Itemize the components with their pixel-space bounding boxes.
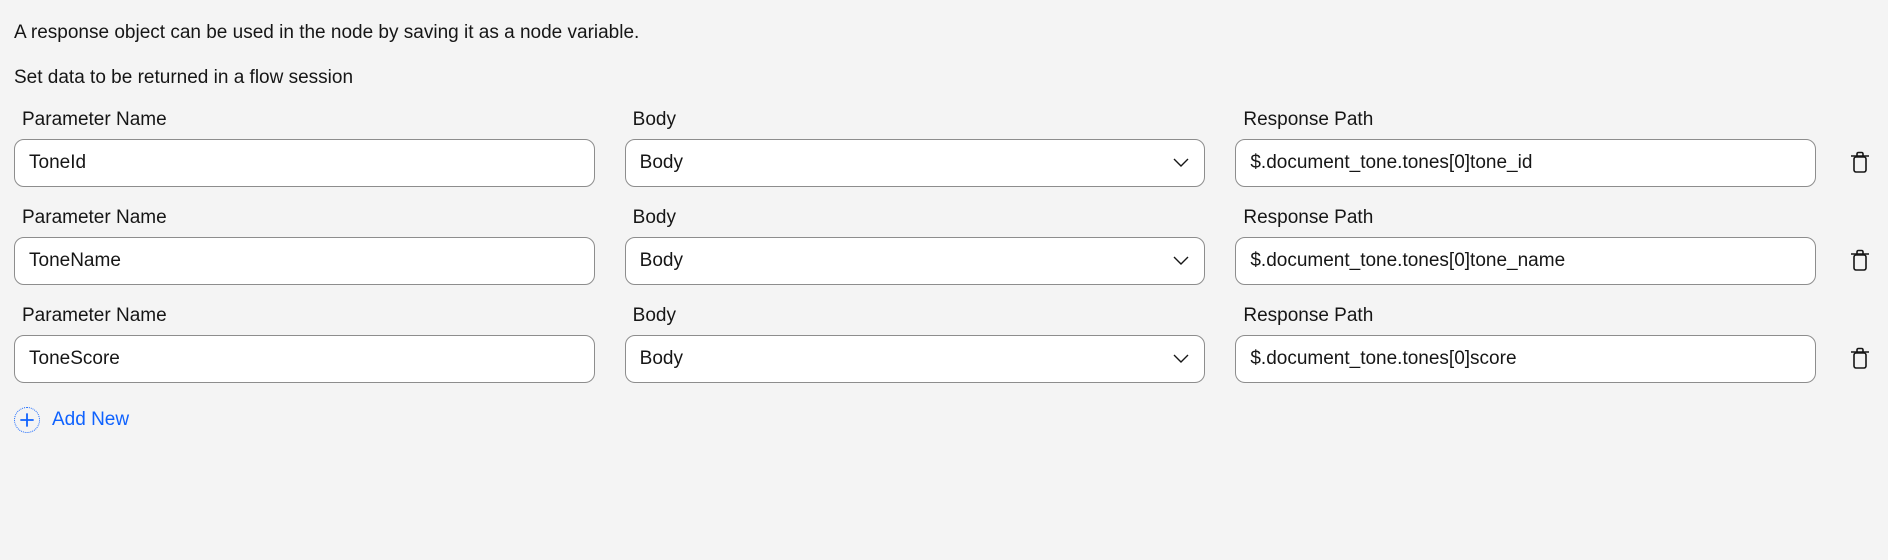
add-new-label: Add New (52, 409, 129, 431)
body-field: Body Body (625, 305, 1206, 383)
parameter-row: Parameter Name Body Body Response Path (14, 207, 1874, 285)
parameter-name-field: Parameter Name (14, 109, 595, 187)
parameter-rows: Parameter Name Body Body Response Path (14, 109, 1874, 383)
body-select[interactable]: Body (625, 139, 1206, 187)
body-field: Body Body (625, 109, 1206, 187)
body-select[interactable]: Body (625, 335, 1206, 383)
delete-row-button[interactable] (1846, 237, 1874, 285)
response-path-label: Response Path (1243, 109, 1816, 131)
trash-icon (1850, 347, 1870, 371)
body-select-value: Body (640, 250, 683, 272)
body-field: Body Body (625, 207, 1206, 285)
parameter-name-input[interactable] (14, 237, 595, 285)
body-select-value: Body (640, 348, 683, 370)
parameter-row: Parameter Name Body Body Response Path (14, 305, 1874, 383)
body-label: Body (633, 207, 1206, 229)
delete-row-button[interactable] (1846, 139, 1874, 187)
parameter-name-input[interactable] (14, 335, 595, 383)
body-select[interactable]: Body (625, 237, 1206, 285)
parameter-name-field: Parameter Name (14, 305, 595, 383)
response-path-field: Response Path (1235, 109, 1816, 187)
response-path-field: Response Path (1235, 207, 1816, 285)
delete-row-button[interactable] (1846, 335, 1874, 383)
parameter-name-label: Parameter Name (22, 305, 595, 327)
trash-icon (1850, 249, 1870, 273)
response-path-label: Response Path (1243, 207, 1816, 229)
plus-circle-icon (14, 407, 40, 433)
add-new-button[interactable]: Add New (14, 407, 1874, 433)
parameter-row: Parameter Name Body Body Response Path (14, 109, 1874, 187)
response-path-field: Response Path (1235, 305, 1816, 383)
response-path-input[interactable] (1235, 139, 1816, 187)
subheading-text: Set data to be returned in a flow sessio… (14, 65, 1874, 92)
description-text: A response object can be used in the nod… (14, 20, 1874, 47)
response-path-input[interactable] (1235, 335, 1816, 383)
parameter-name-label: Parameter Name (22, 109, 595, 131)
trash-icon (1850, 151, 1870, 175)
response-path-label: Response Path (1243, 305, 1816, 327)
response-path-input[interactable] (1235, 237, 1816, 285)
parameter-name-field: Parameter Name (14, 207, 595, 285)
body-select-value: Body (640, 152, 683, 174)
body-label: Body (633, 109, 1206, 131)
body-label: Body (633, 305, 1206, 327)
parameter-name-input[interactable] (14, 139, 595, 187)
parameter-name-label: Parameter Name (22, 207, 595, 229)
